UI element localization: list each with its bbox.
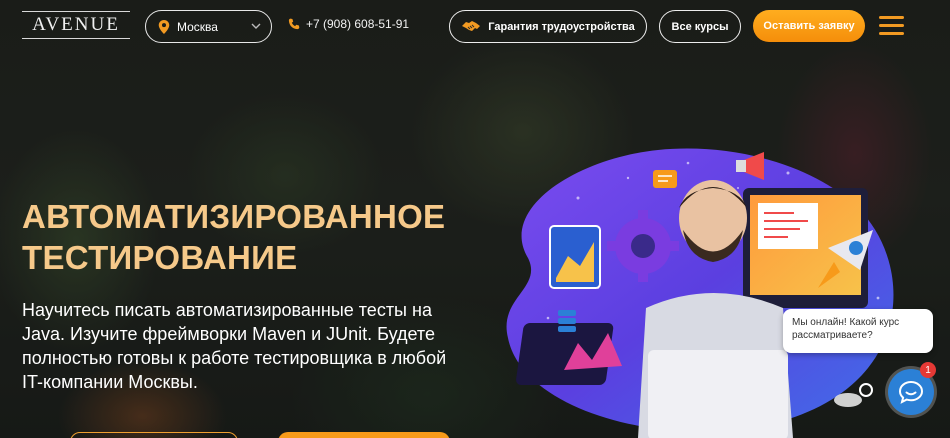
apply-button[interactable]: Оставить заявку — [753, 10, 865, 42]
hero-title-line2: ТЕСТИРОВАНИЕ — [22, 239, 298, 276]
hero-title: АВТОМАТИЗИРОВАННОЕ ТЕСТИРОВАНИЕ — [22, 196, 452, 278]
city-selector[interactable]: Москва — [145, 10, 272, 43]
employment-guarantee-label: Гарантия трудоустройства — [488, 20, 635, 33]
chat-icon — [898, 380, 924, 404]
logo[interactable]: AVENUE — [22, 11, 130, 39]
location-pin-icon — [158, 19, 170, 34]
unread-count-badge: 1 — [920, 362, 936, 378]
chat-greeting-text: Мы онлайн! Какой курс рассматриваете? — [792, 317, 900, 341]
handshake-icon — [462, 20, 481, 31]
apply-button-label: Оставить заявку — [763, 20, 855, 32]
menu-icon[interactable] — [879, 16, 904, 35]
site-header: AVENUE Москва +7 (908) 608-51-91 Гаранти… — [0, 0, 950, 52]
primary-cta-button[interactable] — [278, 432, 450, 438]
hero-illustration — [506, 148, 894, 438]
phone-link[interactable]: +7 (908) 608-51-91 — [288, 17, 409, 31]
all-courses-label: Все курсы — [671, 20, 729, 33]
chevron-down-icon — [251, 23, 261, 29]
all-courses-button[interactable]: Все курсы — [659, 10, 741, 43]
chat-greeting-bubble[interactable]: Мы онлайн! Какой курс рассматриваете? — [783, 309, 933, 353]
city-label: Москва — [177, 19, 218, 34]
phone-number: +7 (908) 608-51-91 — [306, 17, 410, 31]
hero-description: Научитесь писать автоматизированные тест… — [22, 300, 447, 392]
hero-title-line1: АВТОМАТИЗИРОВАННОЕ — [22, 198, 446, 235]
logo-text: AVENUE — [32, 14, 120, 35]
secondary-cta-button[interactable] — [70, 432, 238, 438]
employment-guarantee-button[interactable]: Гарантия трудоустройства — [449, 10, 647, 43]
phone-icon — [288, 18, 300, 30]
